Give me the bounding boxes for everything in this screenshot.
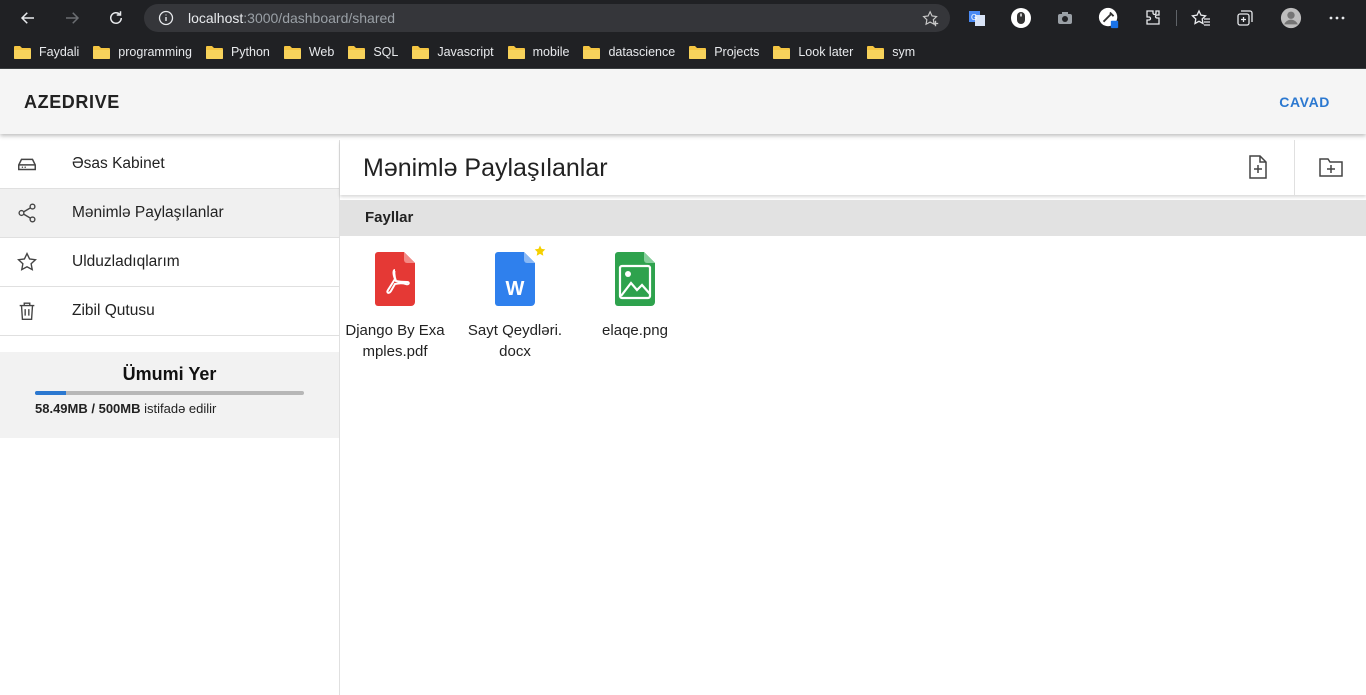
storage-progress-fill [35,391,67,395]
star-icon [17,251,37,271]
page-title: Mənimlə Paylaşılanlar [363,154,608,182]
profile-avatar-icon[interactable] [1280,7,1302,29]
picker-extension-icon[interactable] [1098,7,1120,29]
camera-extension-icon[interactable] [1054,7,1076,29]
sidebar-item-starred[interactable]: Ulduzladıqlarım [0,238,339,287]
pdf-file-icon [375,252,415,306]
folder-icon [348,46,366,59]
bookmark-label: SQL [373,45,399,59]
svg-text:G: G [971,13,977,22]
file-name: elaqe.png [602,322,668,339]
bookmark-item[interactable]: Projects [689,45,759,59]
address-bar[interactable]: localhost:3000/dashboard/shared [144,4,950,32]
add-favorite-icon[interactable] [922,10,940,28]
bookmark-label: Faydali [39,45,80,59]
bookmark-item[interactable]: Python [205,45,270,59]
storage-progress-bar [35,391,304,395]
reload-icon [110,11,122,24]
folder-icon [412,46,430,59]
bookmark-item[interactable]: Javascript [412,45,494,59]
file-add-icon [1249,155,1267,179]
folder-icon [93,46,111,59]
bookmark-item[interactable]: Web [283,45,335,59]
main-header: Mənimlə Paylaşılanlar [340,140,1366,195]
starred-badge-icon [534,245,546,256]
sidebar-item-trash[interactable]: Zibil Qutusu [0,287,339,336]
sidebar: Əsas Kabinet Mənimlə Paylaşılanlar Ulduz… [0,140,340,695]
collections-icon[interactable] [1234,7,1256,29]
svg-text:W: W [506,278,525,300]
file-item[interactable]: W Sayt Qeydləri.docx [465,252,565,362]
bookmark-label: Javascript [437,45,494,59]
file-name: Django By Examples.pdf [345,322,445,360]
file-item[interactable]: Django By Examples.pdf [345,252,445,362]
sidebar-item-label: Zibil Qutusu [72,302,155,319]
bookmark-label: programming [118,45,192,59]
sidebar-item-label: Əsas Kabinet [72,155,165,172]
translate-extension-icon[interactable]: G [966,7,988,29]
share-icon [18,203,36,223]
word-document-icon: W [495,252,535,306]
reload-button[interactable] [104,6,128,30]
bookmark-item[interactable]: programming [93,45,192,59]
bookmark-item[interactable]: Faydali [14,45,79,59]
bookmark-item[interactable]: sym [867,45,915,59]
header-divider [1294,140,1295,195]
back-button[interactable] [16,6,40,30]
storage-panel: Ümumi Yer 58.49MB / 500MB istifadə edili… [0,352,339,438]
folder-icon [14,46,31,59]
storage-title: Ümumi Yer [122,364,217,384]
folder-icon [689,46,707,59]
toolbar-divider [1176,10,1177,26]
bookmark-label: Projects [714,45,760,59]
file-name: Sayt Qeydləri.docx [467,322,563,360]
bookmark-item[interactable]: SQL [348,45,398,59]
folder-icon [205,46,223,59]
user-menu-button[interactable]: CAVAD [1279,94,1330,110]
forward-button[interactable] [60,6,84,30]
bookmark-label: mobile [532,45,570,59]
storage-usage-text: 58.49MB / 500MB istifadə edilir [35,401,217,416]
create-folder-button[interactable] [1316,152,1346,182]
drive-icon [18,158,36,171]
folder-add-icon [1319,158,1343,177]
more-menu-icon[interactable] [1326,7,1348,29]
image-file-icon [615,252,655,306]
bookmark-label: Python [230,45,270,59]
bookmark-label: Look later [798,45,854,59]
bookmark-label: Web [308,45,335,59]
browser-toolbar: localhost:3000/dashboard/shared G [0,0,1366,36]
app-header: AZEDRIVE CAVAD [0,69,1366,134]
folder-icon [773,46,791,59]
main-content: Mənimlə Paylaşılanlar Fayllar Django By … [340,140,1366,695]
files-section-header: Fayllar [340,200,1366,236]
folder-icon [583,46,601,59]
back-arrow-icon [20,12,34,24]
sidebar-item-main-cabinet[interactable]: Əsas Kabinet [0,140,339,189]
extensions-icon[interactable] [1142,7,1164,29]
trash-icon [19,302,35,320]
sidebar-item-shared-with-me[interactable]: Mənimlə Paylaşılanlar [0,189,339,238]
folder-icon [507,46,525,59]
brand-logo[interactable]: AZEDRIVE [24,92,120,113]
forward-arrow-icon [66,12,80,24]
section-title: Fayllar [365,209,414,226]
bookmark-label: sym [892,45,916,59]
sidebar-item-label: Mənimlə Paylaşılanlar [72,204,224,221]
info-icon[interactable] [158,10,174,26]
folder-icon [283,46,301,59]
folder-icon [867,46,885,59]
favorites-icon[interactable] [1190,7,1212,29]
bookmark-item[interactable]: mobile [507,45,570,59]
sidebar-item-label: Ulduzladıqlarım [72,253,180,270]
url-text[interactable]: localhost:3000/dashboard/shared [188,10,395,26]
mouse-extension-icon[interactable] [1010,7,1032,29]
bookmark-label: datascience [608,45,676,59]
bookmark-item[interactable]: datascience [583,45,675,59]
upload-file-button[interactable] [1243,152,1273,182]
bookmark-item[interactable]: Look later [773,45,853,59]
bookmarks-bar: Faydali programming Python Web SQL Javascript… [0,36,1366,69]
file-item[interactable]: elaqe.png [585,252,685,341]
